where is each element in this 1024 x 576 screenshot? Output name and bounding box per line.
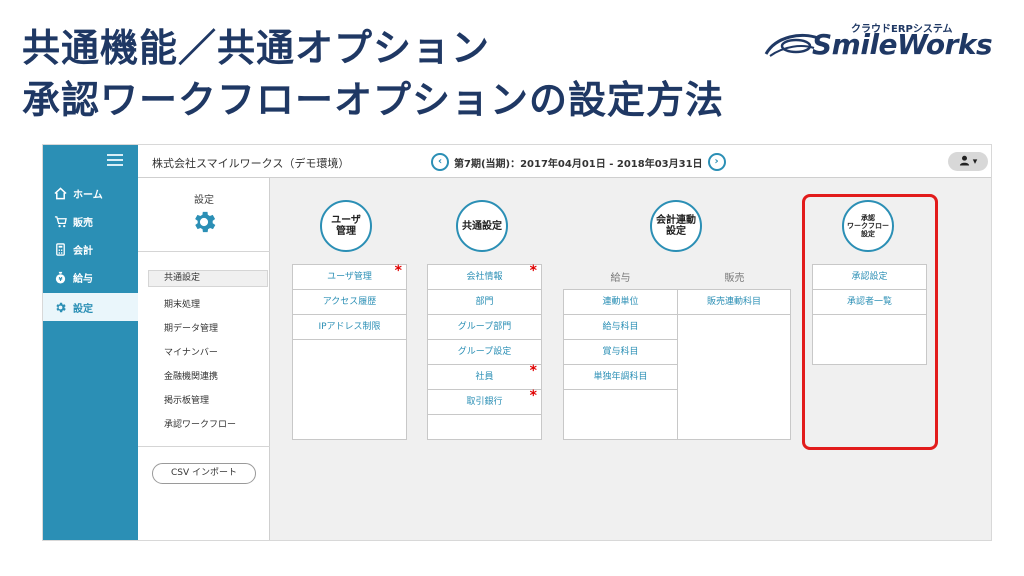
subpanel-item-closing[interactable]: 期末処理 <box>164 297 200 310</box>
link-label: 部門 <box>475 297 494 307</box>
heading-line: 設定 <box>666 226 686 237</box>
workflow-highlight-frame <box>802 194 938 450</box>
slide-title: 共通機能／共通オプション 承認ワークフローオプションの設定方法 <box>22 22 724 126</box>
sidebar-item-label: 設定 <box>73 303 93 315</box>
slide-title-line1: 共通機能／共通オプション <box>22 26 491 70</box>
sidebar-item-label: ホーム <box>73 189 103 201</box>
link-department[interactable]: 部門 <box>428 290 541 315</box>
link-bonus-accounts[interactable]: 賞与科目 <box>564 340 677 365</box>
link-label: 連動単位 <box>602 297 639 307</box>
link-label: 賞与科目 <box>602 347 639 357</box>
gear-icon <box>195 211 216 233</box>
settings-subpanel: 設定 共通設定 期末処理 期データ管理 マイナンバー 金融機関連携 掲示板管理 … <box>138 178 270 540</box>
sidebar-item-label: 会計 <box>73 245 93 257</box>
link-link-unit[interactable]: 連動単位 <box>564 290 677 315</box>
link-group-department[interactable]: グループ部門 <box>428 315 541 340</box>
required-mark: * <box>529 388 537 404</box>
sidebar-item-home[interactable]: ホーム <box>43 179 138 207</box>
sales-integration-box: 販売連動科目 <box>677 289 791 440</box>
link-company-info[interactable]: 会社情報 * <box>428 263 541 290</box>
link-label: 給与科目 <box>602 322 639 332</box>
column-sales: 販売 <box>724 273 745 284</box>
svg-text:¥: ¥ <box>58 277 62 283</box>
subpanel-title: 設定 <box>194 195 214 206</box>
link-access-history[interactable]: アクセス履歴 <box>293 290 406 315</box>
period-label: 第7期(当期)：2017年04月01日 - 2018年03月31日 <box>454 158 703 170</box>
subpanel-item-bank-link[interactable]: 金融機関連携 <box>164 369 218 382</box>
gear-icon <box>53 300 67 314</box>
heading-line: 管理 <box>336 226 356 237</box>
caret-down-icon: ▾ <box>972 156 978 167</box>
sidebar-item-settings[interactable]: 設定 <box>43 293 138 321</box>
calculator-icon <box>53 242 67 256</box>
subpanel-item-my-number[interactable]: マイナンバー <box>164 345 218 358</box>
subpanel-item-workflow[interactable]: 承認ワークフロー <box>164 417 236 430</box>
sidebar-item-label: 給与 <box>73 273 93 285</box>
required-mark: * <box>394 263 402 279</box>
link-salary-accounts[interactable]: 給与科目 <box>564 315 677 340</box>
common-settings-box: 会社情報 * 部門 グループ部門 グループ設定 社員 * 取引銀行 * <box>427 263 542 440</box>
link-employee[interactable]: 社員 * <box>428 363 541 390</box>
link-group-settings[interactable]: グループ設定 <box>428 340 541 365</box>
column-payroll: 給与 <box>610 273 631 284</box>
user-management-heading: ユーザ 管理 <box>320 200 372 252</box>
link-label: 単独年調科目 <box>593 372 648 382</box>
link-label: 取引銀行 <box>466 397 503 407</box>
cart-icon <box>53 214 67 228</box>
common-settings-heading: 共通設定 <box>456 200 508 252</box>
top-bar: 株式会社スマイルワークス（デモ環境） ‹ 第7期(当期)：2017年04月01日… <box>138 145 991 178</box>
link-label: 社員 <box>475 372 494 382</box>
csv-import-button[interactable]: CSV インポート <box>152 463 256 484</box>
user-menu-button[interactable]: ▾ <box>948 152 988 171</box>
sidebar: ホーム 販売 会計 ¥ 給与 設定 <box>43 145 138 540</box>
heading-line: ユーザ <box>331 215 361 226</box>
sidebar-item-sales[interactable]: 販売 <box>43 207 138 235</box>
payroll-integration-box: 連動単位 給与科目 賞与科目 単独年調科目 <box>563 289 678 440</box>
money-bag-icon: ¥ <box>53 270 67 284</box>
integration-heading: 会計連動 設定 <box>650 200 702 252</box>
user-management-box: ユーザ管理 * アクセス履歴 IPアドレス制限 <box>292 263 407 440</box>
chevron-left-icon[interactable]: ‹ <box>431 153 449 171</box>
divider <box>138 446 270 447</box>
required-mark: * <box>529 363 537 379</box>
link-label: 販売連動科目 <box>706 297 761 307</box>
subpanel-item-common-settings[interactable]: 共通設定 <box>148 270 268 287</box>
company-name: 株式会社スマイルワークス（デモ環境） <box>152 157 350 170</box>
link-sales-accounts[interactable]: 販売連動科目 <box>678 290 790 315</box>
subpanel-item-bulletin[interactable]: 掲示板管理 <box>164 393 209 406</box>
slide-title-line2: 承認ワークフローオプションの設定方法 <box>22 78 725 122</box>
chevron-right-icon[interactable]: › <box>707 153 726 171</box>
link-ip-restriction[interactable]: IPアドレス制限 <box>293 315 406 340</box>
sidebar-item-payroll[interactable]: ¥ 給与 <box>43 263 138 291</box>
required-mark: * <box>529 263 537 279</box>
divider <box>138 251 270 252</box>
link-label: グループ設定 <box>457 347 512 357</box>
link-label: IPアドレス制限 <box>318 322 381 332</box>
link-user-management[interactable]: ユーザ管理 * <box>293 263 406 290</box>
sidebar-item-accounting[interactable]: 会計 <box>43 235 138 263</box>
hamburger-icon[interactable] <box>107 154 123 166</box>
subpanel-item-period-data[interactable]: 期データ管理 <box>164 321 218 334</box>
heading-line: 会計連動 <box>656 215 696 226</box>
link-label: アクセス履歴 <box>322 297 377 307</box>
sidebar-item-label: 販売 <box>73 217 93 229</box>
link-year-end-accounts[interactable]: 単独年調科目 <box>564 365 677 390</box>
logo-name: SmileWorks <box>812 28 993 61</box>
home-icon <box>53 186 67 200</box>
user-icon <box>959 155 970 169</box>
link-label: グループ部門 <box>457 322 512 332</box>
link-label: 会社情報 <box>466 272 503 282</box>
link-label: ユーザ管理 <box>327 272 372 282</box>
period-selector: ‹ 第7期(当期)：2017年04月01日 - 2018年03月31日 › <box>426 153 731 171</box>
link-bank[interactable]: 取引銀行 * <box>428 388 541 415</box>
